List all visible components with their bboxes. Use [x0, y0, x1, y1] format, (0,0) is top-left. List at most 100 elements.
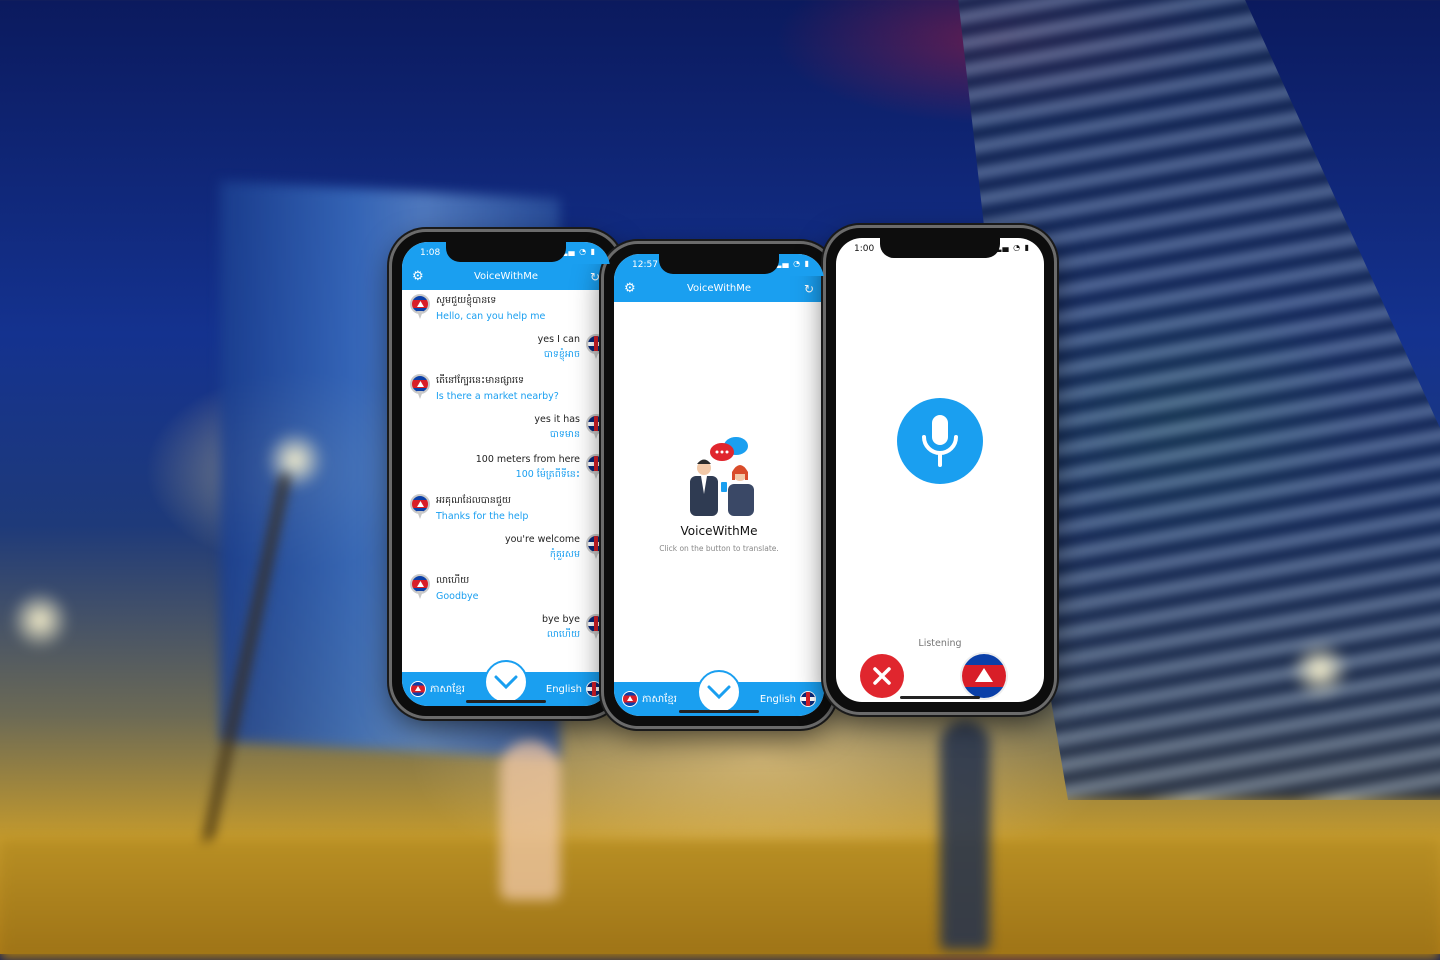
message-row: yes I can បាទខ្ញុំអាច	[538, 334, 606, 362]
message-translation: Hello, can you help me	[436, 311, 546, 322]
phone-notch	[446, 242, 566, 262]
message-text: អរគុណដែលបានជួយ Thanks for the help	[436, 494, 528, 522]
gear-icon[interactable]: ⚙	[412, 264, 424, 290]
message-row: អរគុណដែលបានជួយ Thanks for the help	[410, 494, 528, 522]
uk-flag-icon	[800, 691, 816, 707]
message-text: yes it has បាទមាន	[534, 414, 580, 442]
language-bar: ភាសាខ្មែរ English	[402, 660, 610, 706]
gear-icon[interactable]: ⚙	[624, 276, 636, 302]
nav-bar: ⚙ VoiceWithMe ↻	[402, 264, 610, 290]
message-text: លាហើយ Goodbye	[436, 574, 479, 602]
message-row: លាហើយ Goodbye	[410, 574, 479, 602]
message-original: តើនៅក្បែរនេះមានផ្សារទេ	[436, 375, 525, 386]
cambodia-flag-icon	[410, 294, 430, 320]
signal-wifi-battery-icon: ▂▄ ◔ ▮	[561, 247, 596, 256]
home-indicator	[679, 710, 759, 713]
street-lamp-glow	[10, 590, 70, 650]
cambodia-flag-icon	[410, 681, 426, 697]
refresh-icon[interactable]: ↻	[590, 264, 600, 290]
language-bar: ភាសាខ្មែរ English	[614, 670, 824, 716]
message-translation: លាហើយ	[546, 629, 580, 640]
message-row: you're welcome កុំគួរសម	[505, 534, 606, 562]
message-text: តើនៅក្បែរនេះមានផ្សារទេ Is there a market …	[436, 374, 559, 402]
message-text: សូមជួយខ្ញុំបានទេ Hello, can you help me	[436, 294, 545, 322]
message-original: yes I can	[537, 334, 580, 345]
chevron-down-icon	[494, 675, 518, 690]
conversation-illustration-icon	[690, 437, 754, 516]
translate-button[interactable]	[484, 660, 528, 704]
translate-button[interactable]	[697, 670, 741, 714]
target-language-label: English	[759, 693, 796, 705]
street-lamp-glow	[265, 430, 325, 490]
message-original: សូមជួយខ្ញុំបានទេ	[436, 295, 497, 306]
message-original: 100 meters from here	[475, 454, 580, 465]
message-row: bye bye លាហើយ	[542, 614, 606, 642]
app-title: VoiceWithMe	[473, 271, 539, 282]
message-text: you're welcome កុំគួរសម	[505, 534, 580, 562]
message-row: 100 meters from here 100 ម៉ែត្រពីទីនេះ	[476, 454, 606, 482]
message-original: លាហើយ	[436, 575, 470, 586]
target-language-button[interactable]: English	[760, 691, 816, 707]
uk-flag-icon	[586, 681, 602, 697]
message-translation: បាទខ្ញុំអាច	[543, 349, 580, 360]
source-language-button[interactable]: ភាសាខ្មែរ	[410, 681, 465, 697]
source-language-label: ភាសាខ្មែរ	[642, 693, 677, 705]
uk-flag-icon	[586, 454, 606, 480]
status-time: 1:00	[854, 244, 875, 254]
message-translation: 100 ម៉ែត្រពីទីនេះ	[515, 469, 580, 480]
message-original: you're welcome	[504, 534, 580, 545]
message-row: សូមជួយខ្ញុំបានទេ Hello, can you help me	[410, 294, 545, 322]
message-translation: Is there a market nearby?	[436, 391, 559, 402]
welcome-panel: VoiceWithMe Click on the button to trans…	[614, 432, 824, 553]
source-language-label: ភាសាខ្មែរ	[430, 683, 465, 695]
cambodia-flag-icon	[410, 374, 430, 400]
conversation-list: សូមជួយខ្ញុំបានទេ Hello, can you help me ye…	[402, 290, 610, 672]
phone-screen: 1:00 ▂▄ ◔ ▮ Listening	[836, 238, 1044, 702]
message-text: bye bye លាហើយ	[542, 614, 580, 642]
message-original: អរគុណដែលបានជួយ	[436, 495, 511, 506]
message-original: bye bye	[541, 614, 580, 625]
cambodia-flag-icon	[410, 494, 430, 520]
microphone-icon	[922, 415, 958, 467]
source-language-button[interactable]: ភាសាខ្មែរ	[622, 691, 677, 707]
message-translation: Goodbye	[436, 591, 479, 602]
phone-conversation: 1:08 ▂▄ ◔ ▮ ⚙ VoiceWithMe ↻ សូមជួយខ្ញុំប…	[392, 232, 620, 716]
message-row: yes it has បាទមាន	[534, 414, 606, 442]
target-language-label: English	[545, 683, 582, 695]
message-text: yes I can បាទខ្ញុំអាច	[538, 334, 580, 362]
hint-text: Click on the button to translate.	[659, 544, 779, 553]
message-original: yes it has	[534, 414, 580, 425]
street-lamp-glow	[1290, 640, 1350, 700]
message-text: 100 meters from here 100 ម៉ែត្រពីទីនេះ	[476, 454, 580, 482]
phone-screen: 1:08 ▂▄ ◔ ▮ ⚙ VoiceWithMe ↻ សូមជួយខ្ញុំប…	[402, 242, 610, 706]
brand-title: VoiceWithMe	[680, 524, 758, 538]
uk-flag-icon	[586, 614, 606, 640]
target-language-button[interactable]: English	[546, 681, 602, 697]
phone-listening: 1:00 ▂▄ ◔ ▮ Listening	[826, 228, 1054, 712]
phone-notch	[880, 238, 1000, 258]
phone-notch	[659, 254, 779, 274]
app-title: VoiceWithMe	[686, 283, 752, 294]
close-icon	[873, 667, 891, 685]
person-businessman	[940, 720, 990, 950]
uk-flag-icon	[586, 414, 606, 440]
refresh-icon[interactable]: ↻	[804, 276, 814, 302]
uk-flag-icon	[586, 334, 606, 360]
cambodia-flag-icon	[410, 574, 430, 600]
home-indicator	[466, 700, 546, 703]
phone-home: 12:57 ▂▄ ◔ ▮ ⚙ VoiceWithMe ↻ VoiceWithMe…	[604, 244, 834, 726]
lawn	[0, 840, 1440, 960]
status-time: 12:57	[632, 260, 658, 270]
microphone-button[interactable]	[897, 398, 983, 484]
message-row: តើនៅក្បែរនេះមានផ្សារទេ Is there a market …	[410, 374, 559, 402]
message-translation: Thanks for the help	[436, 511, 529, 522]
nav-bar: ⚙ VoiceWithMe ↻	[614, 276, 824, 302]
cambodia-flag-icon	[622, 691, 638, 707]
message-translation: កុំគួរសម	[549, 549, 580, 560]
listening-status: Listening	[918, 638, 962, 649]
cambodia-flag-icon[interactable]	[962, 654, 1006, 698]
status-time: 1:08	[420, 248, 441, 258]
signal-wifi-battery-icon: ▂▄ ◔ ▮	[995, 243, 1030, 252]
cancel-button[interactable]	[860, 654, 904, 698]
phone-screen: 12:57 ▂▄ ◔ ▮ ⚙ VoiceWithMe ↻ VoiceWithMe…	[614, 254, 824, 716]
